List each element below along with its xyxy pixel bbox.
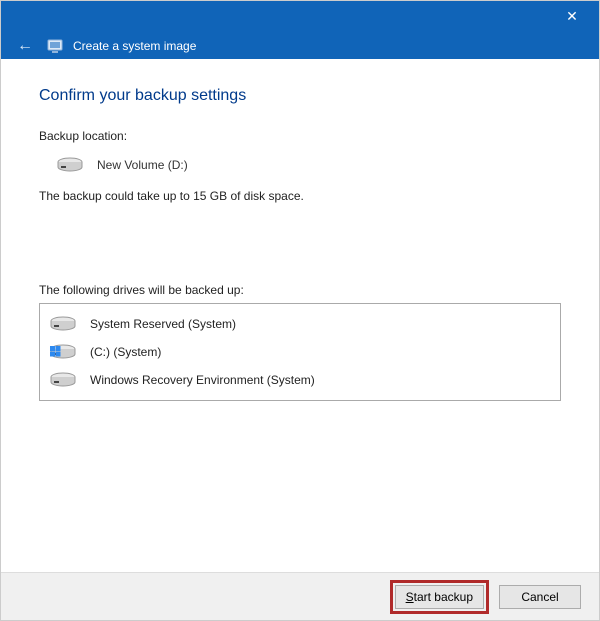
close-icon: ✕	[566, 8, 578, 25]
page-heading: Confirm your backup settings	[39, 87, 561, 105]
back-arrow-icon: ←	[17, 37, 33, 54]
list-item: Windows Recovery Environment (System)	[44, 366, 556, 394]
windows-drive-icon	[50, 344, 76, 360]
back-button[interactable]: ←	[13, 35, 37, 57]
start-backup-button[interactable]: Start backup	[395, 585, 484, 609]
backup-location-label: Backup location:	[39, 129, 561, 143]
drives-label: The following drives will be backed up:	[39, 283, 561, 297]
system-image-icon	[47, 38, 63, 54]
window-title: Create a system image	[73, 39, 196, 53]
footer-bar: Start backup Cancel	[1, 572, 599, 620]
hard-drive-icon	[57, 157, 83, 173]
list-item: System Reserved (System)	[44, 310, 556, 338]
start-backup-label-rest: tart backup	[414, 590, 473, 604]
close-button[interactable]: ✕	[555, 4, 589, 28]
hard-drive-icon	[50, 372, 76, 388]
titlebar: ✕ ← Create a system image	[1, 1, 599, 59]
drive-item-label: (C:) (System)	[90, 345, 161, 359]
backup-location-value: New Volume (D:)	[97, 158, 188, 172]
list-item: (C:) (System)	[44, 338, 556, 366]
drive-item-label: Windows Recovery Environment (System)	[90, 373, 315, 387]
hard-drive-icon	[50, 316, 76, 332]
backup-location-row: New Volume (D:)	[57, 157, 561, 173]
highlight-annotation: Start backup	[390, 580, 489, 614]
cancel-button[interactable]: Cancel	[499, 585, 581, 609]
drive-item-label: System Reserved (System)	[90, 317, 236, 331]
content-area: Confirm your backup settings Backup loca…	[1, 59, 599, 401]
header-row: ← Create a system image	[13, 35, 196, 57]
drives-list: System Reserved (System) (C:) (System)	[39, 303, 561, 401]
size-estimate-text: The backup could take up to 15 GB of dis…	[39, 189, 561, 203]
